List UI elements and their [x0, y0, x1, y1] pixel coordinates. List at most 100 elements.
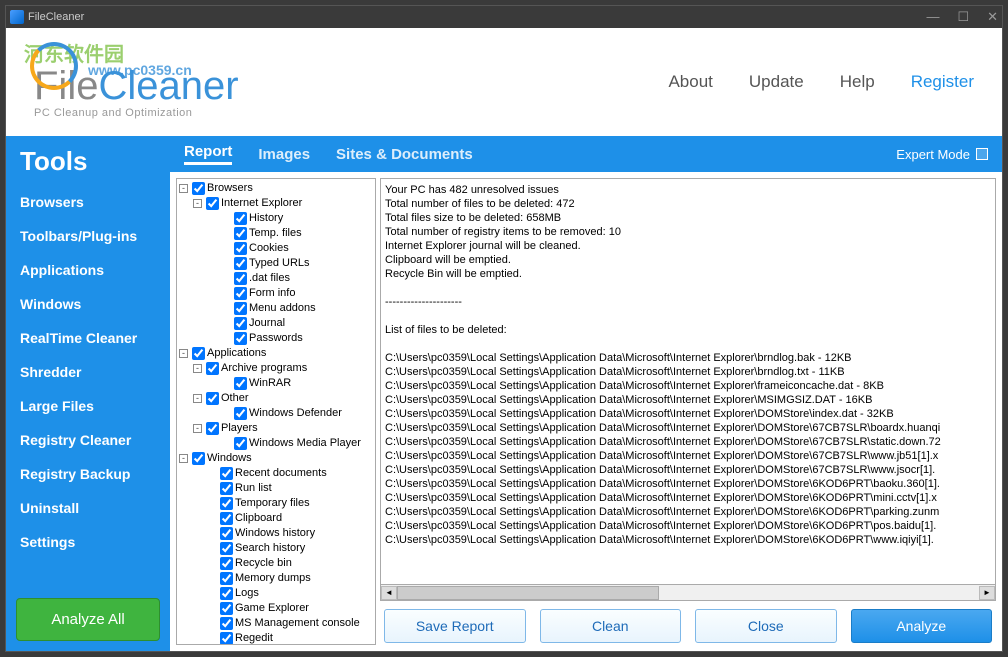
tree-checkbox[interactable]	[234, 272, 247, 285]
sidebar-item-realtime[interactable]: RealTime Cleaner	[6, 321, 170, 355]
tree-expand-icon[interactable]: -	[193, 199, 202, 208]
close-window-button[interactable]: ✕	[987, 9, 998, 25]
sidebar-item-applications[interactable]: Applications	[6, 253, 170, 287]
tree-checkbox[interactable]	[220, 587, 233, 600]
clean-button[interactable]: Clean	[540, 609, 682, 643]
report-text[interactable]: Your PC has 482 unresolved issuesTotal n…	[380, 178, 996, 585]
tree-node[interactable]: Regedit	[179, 631, 373, 645]
tree-checkbox[interactable]	[234, 257, 247, 270]
maximize-button[interactable]: ☐	[957, 9, 969, 25]
tree-node[interactable]: -Other	[179, 391, 373, 406]
tree-checkbox[interactable]	[234, 437, 247, 450]
tree-expand-icon[interactable]: -	[193, 424, 202, 433]
sidebar-item-uninstall[interactable]: Uninstall	[6, 491, 170, 525]
sidebar-item-registry-cleaner[interactable]: Registry Cleaner	[6, 423, 170, 457]
tree-node[interactable]: Menu addons	[179, 301, 373, 316]
tree-node[interactable]: Journal	[179, 316, 373, 331]
scroll-left-button[interactable]: ◄	[381, 586, 397, 600]
tree-node[interactable]: Typed URLs	[179, 256, 373, 271]
tree-checkbox[interactable]	[234, 242, 247, 255]
tree-checkbox[interactable]	[234, 227, 247, 240]
tree-node[interactable]: Windows history	[179, 526, 373, 541]
tree-expand-icon[interactable]: -	[193, 394, 202, 403]
tree-node[interactable]: WinRAR	[179, 376, 373, 391]
tree-node[interactable]: Temp. files	[179, 226, 373, 241]
tree-expand-icon[interactable]: -	[179, 184, 188, 193]
tree-checkbox[interactable]	[234, 287, 247, 300]
save-report-button[interactable]: Save Report	[384, 609, 526, 643]
expert-mode-toggle[interactable]: Expert Mode	[896, 147, 988, 162]
tree-expand-icon[interactable]: -	[179, 349, 188, 358]
tree-node[interactable]: Temporary files	[179, 496, 373, 511]
tree-checkbox[interactable]	[192, 452, 205, 465]
tree-node[interactable]: .dat files	[179, 271, 373, 286]
sidebar-item-browsers[interactable]: Browsers	[6, 185, 170, 219]
tree-checkbox[interactable]	[192, 347, 205, 360]
expert-mode-checkbox[interactable]	[976, 148, 988, 160]
nav-register[interactable]: Register	[911, 72, 974, 92]
tree-expand-icon[interactable]: -	[179, 454, 188, 463]
tree-node[interactable]: Form info	[179, 286, 373, 301]
sidebar-item-settings[interactable]: Settings	[6, 525, 170, 559]
tree-node[interactable]: Run list	[179, 481, 373, 496]
tree-node[interactable]: Logs	[179, 586, 373, 601]
tree-checkbox[interactable]	[220, 527, 233, 540]
tree-checkbox[interactable]	[220, 467, 233, 480]
sidebar-item-windows[interactable]: Windows	[6, 287, 170, 321]
sidebar-item-registry-backup[interactable]: Registry Backup	[6, 457, 170, 491]
nav-update[interactable]: Update	[749, 72, 804, 92]
scan-tree[interactable]: -Browsers-Internet ExplorerHistoryTemp. …	[176, 178, 376, 645]
tree-checkbox[interactable]	[220, 542, 233, 555]
sidebar-item-shredder[interactable]: Shredder	[6, 355, 170, 389]
tree-node[interactable]: Memory dumps	[179, 571, 373, 586]
tree-node[interactable]: Cookies	[179, 241, 373, 256]
tree-checkbox[interactable]	[220, 482, 233, 495]
tree-node[interactable]: Game Explorer	[179, 601, 373, 616]
titlebar[interactable]: FileCleaner — ☐ ✕	[6, 6, 1002, 28]
tree-checkbox[interactable]	[234, 407, 247, 420]
tree-checkbox[interactable]	[220, 572, 233, 585]
tree-checkbox[interactable]	[220, 512, 233, 525]
analyze-button[interactable]: Analyze	[851, 609, 993, 643]
tree-checkbox[interactable]	[206, 197, 219, 210]
tree-checkbox[interactable]	[220, 632, 233, 645]
tree-checkbox[interactable]	[220, 617, 233, 630]
scroll-thumb[interactable]	[397, 586, 659, 600]
tree-checkbox[interactable]	[220, 557, 233, 570]
tree-checkbox[interactable]	[234, 317, 247, 330]
minimize-button[interactable]: —	[926, 9, 939, 25]
tab-sites[interactable]: Sites & Documents	[336, 146, 473, 163]
tree-checkbox[interactable]	[234, 377, 247, 390]
tree-checkbox[interactable]	[220, 602, 233, 615]
tab-report[interactable]: Report	[184, 143, 232, 165]
tree-node[interactable]: Passwords	[179, 331, 373, 346]
nav-help[interactable]: Help	[840, 72, 875, 92]
analyze-all-button[interactable]: Analyze All	[16, 598, 160, 641]
tree-node[interactable]: Windows Defender	[179, 406, 373, 421]
tree-checkbox[interactable]	[192, 182, 205, 195]
nav-about[interactable]: About	[668, 72, 712, 92]
tree-checkbox[interactable]	[234, 212, 247, 225]
sidebar-item-toolbars[interactable]: Toolbars/Plug-ins	[6, 219, 170, 253]
scroll-right-button[interactable]: ►	[979, 586, 995, 600]
tree-checkbox[interactable]	[206, 392, 219, 405]
tree-node[interactable]: Recent documents	[179, 466, 373, 481]
horizontal-scrollbar[interactable]: ◄ ►	[380, 585, 996, 601]
tree-node[interactable]: Windows Media Player	[179, 436, 373, 451]
tree-node[interactable]: Clipboard	[179, 511, 373, 526]
tree-node[interactable]: MS Management console	[179, 616, 373, 631]
tree-node[interactable]: -Players	[179, 421, 373, 436]
close-button[interactable]: Close	[695, 609, 837, 643]
tree-checkbox[interactable]	[206, 422, 219, 435]
tree-checkbox[interactable]	[206, 362, 219, 375]
tree-node[interactable]: History	[179, 211, 373, 226]
tree-checkbox[interactable]	[220, 497, 233, 510]
tree-node[interactable]: Search history	[179, 541, 373, 556]
tree-node[interactable]: -Applications	[179, 346, 373, 361]
tree-checkbox[interactable]	[234, 332, 247, 345]
tree-node[interactable]: -Windows	[179, 451, 373, 466]
tab-images[interactable]: Images	[258, 146, 310, 163]
tree-node[interactable]: -Browsers	[179, 181, 373, 196]
sidebar-item-largefiles[interactable]: Large Files	[6, 389, 170, 423]
tree-node[interactable]: -Internet Explorer	[179, 196, 373, 211]
